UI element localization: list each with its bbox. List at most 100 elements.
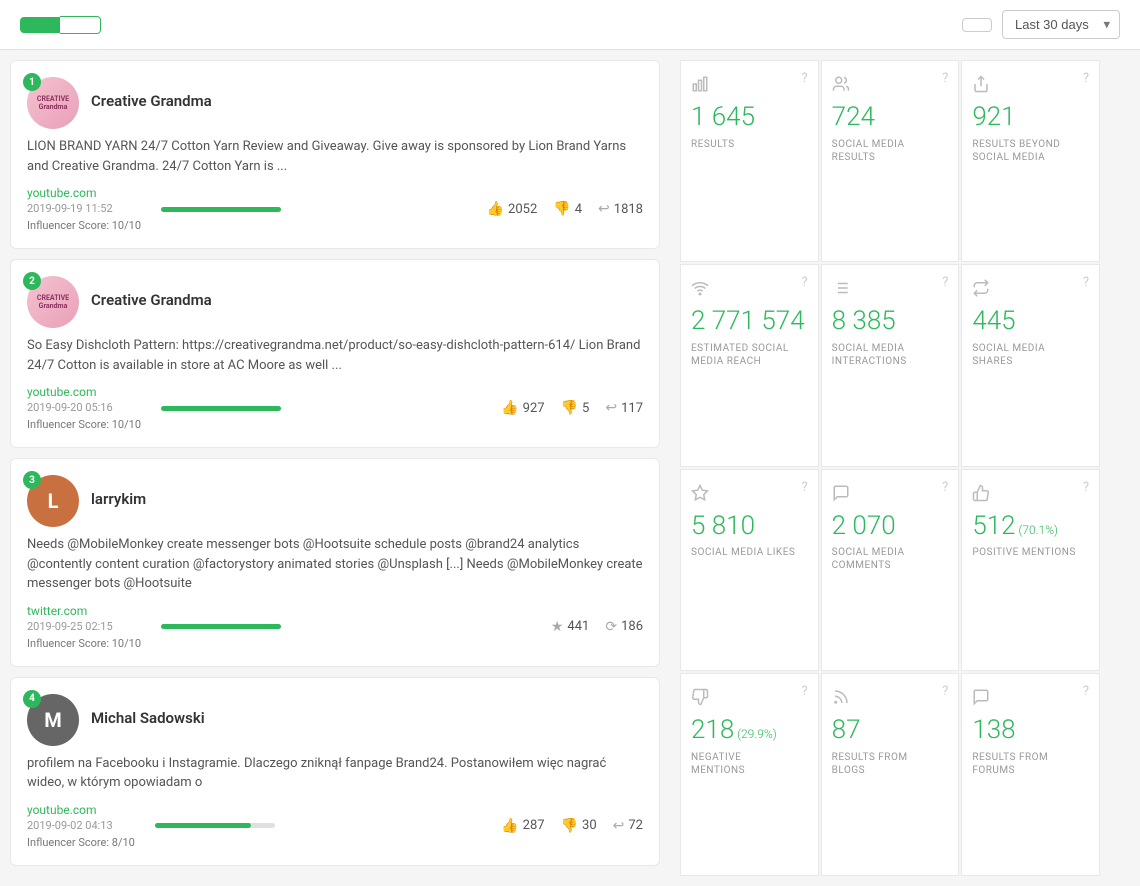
reply-icon: ↩: [598, 201, 610, 217]
stat-icon-thumbs-down: [691, 688, 709, 710]
score-bar-bg: [161, 207, 281, 212]
stats-panel: ? 1 645 RESULTS ? 724 SOCIAL MEDIARESULT…: [670, 50, 1110, 886]
dislike-count: 4: [575, 202, 582, 217]
source-link[interactable]: youtube.com: [27, 803, 135, 817]
avatar-wrapper: 1 CREATIVEGrandma: [27, 77, 79, 129]
stat-label: SOCIAL MEDIAINTERACTIONS: [832, 342, 907, 368]
stat-question-mark[interactable]: ?: [942, 684, 948, 699]
avatar-wrapper: 4 M: [27, 694, 79, 746]
reply-icon: ↩: [613, 818, 625, 834]
stat-question-mark[interactable]: ?: [802, 684, 808, 699]
stat-label: SOCIAL MEDIARESULTS: [832, 138, 905, 164]
date-range-select[interactable]: Last 30 days: [1002, 10, 1120, 39]
source-link[interactable]: youtube.com: [27, 186, 141, 200]
mention-meta: youtube.com 2019-09-02 04:13 Influencer …: [27, 803, 643, 849]
stat-card: ? 2 771 574 ESTIMATED SOCIALMEDIA REACH: [680, 264, 819, 466]
mention-stats: 👍 287 👎 30 ↩ 72: [501, 818, 643, 834]
score-bar-container: [161, 624, 281, 629]
dislike-icon: 👎: [561, 818, 578, 834]
avatar-wrapper: 2 CREATIVEGrandma: [27, 276, 79, 328]
like-count: 2052: [508, 202, 537, 217]
score-bar-container: [161, 406, 281, 411]
like-icon: 👍: [501, 818, 518, 834]
stat-value: 921: [972, 103, 1015, 132]
influencer-score: Influencer Score: 10/10: [27, 418, 141, 431]
stat-label: SOCIAL MEDIASHARES: [972, 342, 1045, 368]
stat-card: ? 87 RESULTS FROMBLOGS: [821, 673, 960, 875]
like-icon: 👍: [501, 400, 518, 416]
stat-question-mark[interactable]: ?: [942, 275, 948, 290]
dislike-stat: 👎 30: [561, 818, 597, 834]
stat-value: 87: [832, 716, 861, 745]
stat-question-mark[interactable]: ?: [1083, 480, 1089, 495]
score-bar-bg: [161, 624, 281, 629]
stat-suffix: (29.9%): [734, 727, 776, 741]
stat-card: ? 512 (70.1%) POSITIVE MENTIONS: [961, 469, 1100, 671]
score-bar-container: [161, 207, 281, 212]
stat-question-mark[interactable]: ?: [1083, 71, 1089, 86]
stat-question-mark[interactable]: ?: [802, 71, 808, 86]
mention-name: Creative Grandma: [91, 291, 212, 309]
avatar-wrapper: 3 L: [27, 475, 79, 527]
influencer-score: Influencer Score: 8/10: [27, 836, 135, 849]
source-link[interactable]: twitter.com: [27, 604, 141, 618]
stat-value: 445: [972, 307, 1015, 336]
mention-body: Needs @MobileMonkey create messenger bot…: [27, 535, 643, 594]
stat-card: ? 445 SOCIAL MEDIASHARES: [961, 264, 1100, 466]
stat-label: RESULTS FROMFORUMS: [972, 751, 1048, 777]
dislike-icon: 👎: [553, 201, 570, 217]
stat-icon-people: [832, 75, 850, 97]
mention-date: 2019-09-25 02:15: [27, 620, 141, 633]
like-stat: ★ 441: [551, 619, 589, 635]
mention-body: LION BRAND YARN 24/7 Cotton Yarn Review …: [27, 137, 643, 176]
stat-value: 512 (70.1%): [972, 512, 1058, 541]
mention-meta-left: youtube.com 2019-09-02 04:13 Influencer …: [27, 803, 135, 849]
like-icon: 👍: [487, 201, 504, 217]
score-bar-fill: [161, 406, 281, 411]
stat-card: ? 138 RESULTS FROMFORUMS: [961, 673, 1100, 875]
tab-popular-mentions[interactable]: [20, 17, 60, 33]
like-stat: 👍 2052: [487, 201, 538, 217]
stat-question-mark[interactable]: ?: [942, 71, 948, 86]
tab-bar: Last 30 days: [0, 0, 1140, 50]
stat-icon-comment: [832, 484, 850, 506]
like-stat: 👍 927: [501, 400, 544, 416]
stat-value: 2 070: [832, 512, 896, 541]
stat-icon-retweet: [972, 279, 990, 301]
score-bar-bg: [155, 823, 275, 828]
stat-question-mark[interactable]: ?: [942, 480, 948, 495]
reply-count: 1818: [614, 202, 643, 217]
stat-label: RESULTS BEYONDSOCIAL MEDIA: [972, 138, 1060, 164]
mention-name: larrykim: [91, 490, 146, 508]
mention-meta: twitter.com 2019-09-25 02:15 Influencer …: [27, 604, 643, 650]
main-layout: 1 CREATIVEGrandma Creative Grandma LION …: [0, 50, 1140, 886]
mention-date: 2019-09-19 11:52: [27, 202, 141, 215]
rank-badge: 3: [23, 471, 41, 489]
stat-card: ? 921 RESULTS BEYONDSOCIAL MEDIA: [961, 60, 1100, 262]
rank-badge: 2: [23, 272, 41, 290]
mention-stats: 👍 927 👎 5 ↩ 117: [501, 400, 643, 416]
mention-card: 1 CREATIVEGrandma Creative Grandma LION …: [10, 60, 660, 249]
star-icon: ★: [551, 619, 564, 635]
stat-question-mark[interactable]: ?: [802, 275, 808, 290]
stat-question-mark[interactable]: ?: [1083, 684, 1089, 699]
stat-card: ? 8 385 SOCIAL MEDIAINTERACTIONS: [821, 264, 960, 466]
source-link[interactable]: youtube.com: [27, 385, 141, 399]
stat-label: RESULTS: [691, 138, 735, 151]
dislike-count: 30: [582, 818, 597, 833]
stat-question-mark[interactable]: ?: [1083, 275, 1089, 290]
mention-card: 4 M Michal Sadowski profilem na Facebook…: [10, 677, 660, 866]
like-count: 287: [523, 818, 545, 833]
mention-date: 2019-09-20 05:16: [27, 401, 141, 414]
filter-mentions-button[interactable]: [962, 18, 992, 32]
like-stat: 👍 287: [501, 818, 544, 834]
tab-popular-profiles[interactable]: [60, 16, 101, 34]
stat-question-mark[interactable]: ?: [802, 480, 808, 495]
toolbar-right: Last 30 days: [962, 10, 1120, 39]
mention-stats: ★ 441 ⟳ 186: [551, 619, 643, 635]
reply-stat: ↩ 117: [605, 400, 643, 416]
mention-header: 2 CREATIVEGrandma Creative Grandma: [27, 276, 643, 328]
mention-name: Michal Sadowski: [91, 709, 205, 727]
stat-card: ? 2 070 SOCIAL MEDIACOMMENTS: [821, 469, 960, 671]
stat-card: ? 1 645 RESULTS: [680, 60, 819, 262]
